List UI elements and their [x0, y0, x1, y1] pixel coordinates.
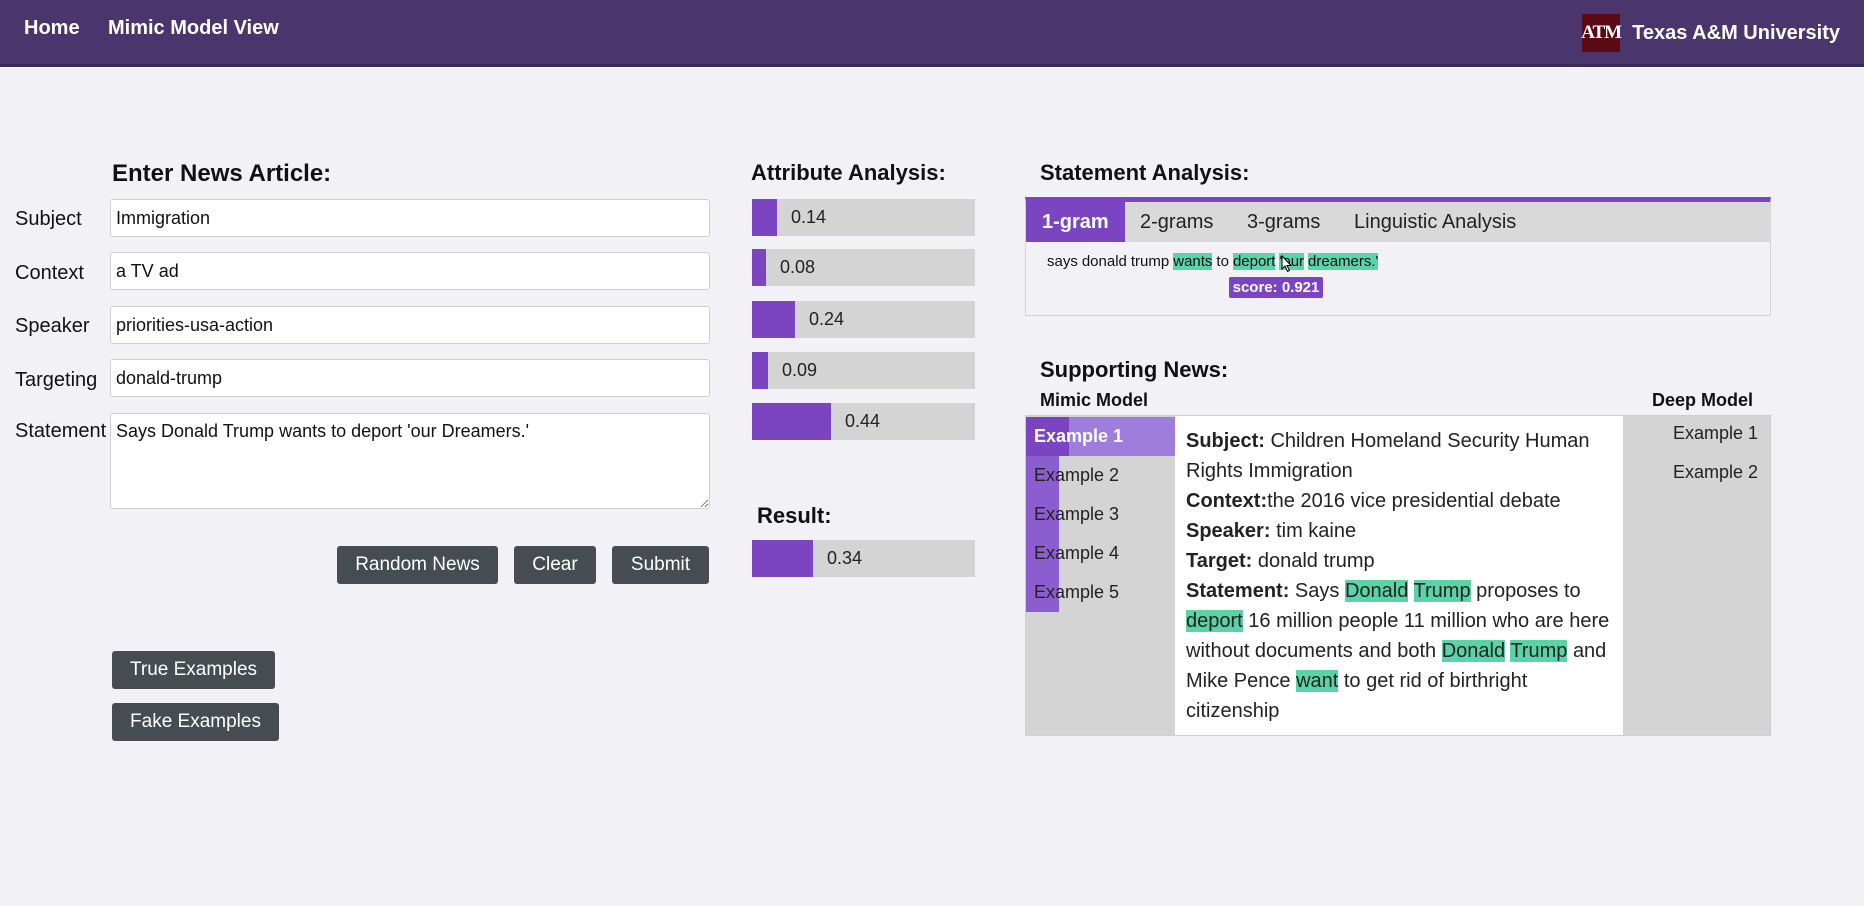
- highlighted-word: want: [1296, 670, 1339, 692]
- attribute-bar-fill: [752, 352, 768, 389]
- true-examples-button[interactable]: True Examples: [112, 651, 275, 689]
- deep-example-2[interactable]: Example 2: [1673, 462, 1758, 483]
- result-bar-fill: [752, 540, 813, 577]
- result-title: Result:: [757, 503, 832, 528]
- nav-mimic-model-view-link[interactable]: Mimic Model View: [108, 17, 279, 40]
- highlighted-word: Donald: [1441, 640, 1506, 662]
- fake-examples-button[interactable]: Fake Examples: [112, 703, 279, 741]
- mimic-example-4[interactable]: Example 4: [1026, 534, 1175, 573]
- speaker-label: Speaker: [15, 315, 90, 337]
- detail-target-key: Target:: [1186, 550, 1253, 572]
- ngram-tabs: 1-gram 2-grams 3-grams Linguistic Analys…: [1026, 202, 1770, 242]
- deep-model-header: Deep Model: [1652, 390, 1754, 410]
- highlighted-word: Trump: [1413, 580, 1471, 602]
- nav-home-link[interactable]: Home: [24, 17, 80, 40]
- attribute-bar-fill: [752, 403, 831, 440]
- attribute-bar-fill: [752, 199, 777, 236]
- targeting-label: Targeting: [15, 369, 98, 391]
- attribute-analysis-title: Attribute Analysis:: [751, 160, 946, 185]
- token: says: [1047, 253, 1078, 270]
- enter-article-title: Enter News Article:: [112, 160, 332, 187]
- attribute-bar-1: 0.14: [752, 199, 975, 236]
- statement-textarea[interactable]: Says Donald Trump wants to deport 'our D…: [110, 413, 710, 509]
- mimic-example-label: Example 1: [1034, 426, 1124, 446]
- attribute-bar-value: 0.24: [809, 309, 845, 329]
- attribute-bar-fill: [752, 301, 795, 338]
- supporting-news-box: Example 1 Example 2 Example 3 Example 4 Exam…: [1025, 415, 1771, 736]
- mimic-example-label: Example 5: [1034, 582, 1120, 602]
- statement-text: Says: [1294, 580, 1340, 602]
- token-highlighted[interactable]: wants: [1173, 253, 1213, 270]
- detail-speaker-value: tim kaine: [1276, 520, 1357, 542]
- highlighted-word: Trump: [1510, 640, 1568, 662]
- attribute-bar-value: 0.44: [845, 411, 881, 431]
- highlighted-word: deport: [1186, 610, 1243, 632]
- tab-1-gram[interactable]: 1-gram: [1026, 202, 1125, 242]
- mimic-example-3[interactable]: Example 3: [1026, 495, 1175, 534]
- result-bar: 0.34: [752, 540, 975, 577]
- result-bar-value: 0.34: [827, 548, 863, 568]
- targeting-input[interactable]: [110, 359, 710, 397]
- attribute-bar-value: 0.14: [791, 207, 827, 227]
- mimic-example-label: Example 2: [1034, 465, 1120, 485]
- statement-analysis-title: Statement Analysis:: [1040, 160, 1250, 185]
- example-detail: Subject: Children Homeland Security Huma…: [1175, 416, 1623, 735]
- attribute-bar-fill: [752, 249, 766, 286]
- detail-statement-key: Statement:: [1186, 580, 1290, 602]
- tab-2-grams[interactable]: 2-grams: [1124, 202, 1229, 242]
- detail-subject-key: Subject:: [1186, 430, 1265, 452]
- attribute-bar-3: 0.24: [752, 301, 975, 338]
- statement-analysis-panel: 1-gram 2-grams 3-grams Linguistic Analys…: [1025, 197, 1771, 316]
- attribute-bar-value: 0.08: [780, 257, 816, 277]
- mimic-example-list: Example 1 Example 2 Example 3 Example 4 Exam…: [1026, 416, 1175, 735]
- detail-speaker-key: Speaker:: [1186, 520, 1271, 542]
- clear-button[interactable]: Clear: [514, 546, 596, 584]
- tab-linguistic-analysis[interactable]: Linguistic Analysis: [1338, 202, 1532, 242]
- attribute-bar-2: 0.08: [752, 249, 975, 286]
- token-highlighted[interactable]: deport: [1232, 253, 1276, 270]
- mimic-example-2[interactable]: Example 2: [1026, 456, 1175, 495]
- top-navbar: Home Mimic Model View ATM Texas A&M Univ…: [0, 0, 1864, 67]
- token: donald: [1081, 253, 1127, 270]
- university-name: Texas A&M University: [1632, 21, 1840, 44]
- university-brand[interactable]: ATM Texas A&M University: [1581, 14, 1840, 52]
- deep-example-1[interactable]: Example 1: [1673, 423, 1758, 444]
- mimic-example-label: Example 3: [1034, 504, 1120, 524]
- mimic-example-1[interactable]: Example 1: [1026, 417, 1175, 456]
- subject-label: Subject: [15, 208, 82, 230]
- subject-input[interactable]: [110, 199, 710, 237]
- context-input[interactable]: [110, 252, 710, 290]
- supporting-news-title: Supporting News:: [1040, 357, 1229, 382]
- statement-text: proposes to: [1476, 580, 1581, 602]
- submit-button[interactable]: Submit: [612, 546, 709, 584]
- detail-context-value: the 2016 vice presidential debate: [1267, 490, 1561, 512]
- mouse-cursor-icon: [1281, 255, 1293, 273]
- token-highlights: says donald trump wants to deport'our dreamers…: [1047, 253, 1382, 270]
- detail-context-key: Context:: [1186, 490, 1268, 512]
- detail-target-value: donald trump: [1257, 550, 1375, 572]
- score-tooltip: score: 0.921: [1229, 277, 1323, 298]
- token-highlighted[interactable]: dreamers.': [1308, 253, 1379, 270]
- tamu-logo: ATM: [1581, 14, 1622, 52]
- context-label: Context: [15, 262, 84, 284]
- token: trump: [1130, 253, 1170, 270]
- speaker-input[interactable]: [110, 306, 710, 344]
- token: to: [1216, 253, 1229, 270]
- mimic-example-5[interactable]: Example 5: [1026, 573, 1175, 612]
- tab-3-grams[interactable]: 3-grams: [1231, 202, 1336, 242]
- attribute-bar-4: 0.09: [752, 352, 975, 389]
- mimic-example-label: Example 4: [1034, 543, 1120, 563]
- mimic-model-header: Mimic Model: [1040, 390, 1149, 410]
- attribute-bar-value: 0.09: [782, 360, 818, 380]
- highlighted-word: Donald: [1344, 580, 1409, 602]
- attribute-bar-5: 0.44: [752, 403, 975, 440]
- random-news-button[interactable]: Random News: [337, 546, 498, 584]
- statement-label: Statement: [15, 420, 107, 442]
